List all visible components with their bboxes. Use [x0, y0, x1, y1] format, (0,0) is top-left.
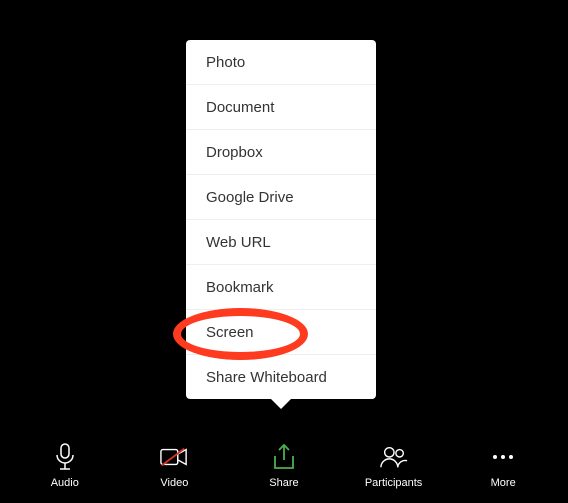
- share-option-document[interactable]: Document: [186, 85, 376, 130]
- participants-button[interactable]: Participants: [354, 443, 434, 489]
- more-label: More: [491, 477, 516, 489]
- share-option-web-url[interactable]: Web URL: [186, 220, 376, 265]
- video-button[interactable]: Video: [134, 443, 214, 489]
- share-option-photo[interactable]: Photo: [186, 40, 376, 85]
- video-label: Video: [160, 477, 188, 489]
- audio-button[interactable]: Audio: [25, 443, 105, 489]
- audio-label: Audio: [51, 477, 79, 489]
- meeting-toolbar: Audio Video Share: [0, 443, 568, 489]
- more-button[interactable]: More: [463, 443, 543, 489]
- share-option-whiteboard[interactable]: Share Whiteboard: [186, 355, 376, 399]
- participants-icon: [380, 443, 408, 471]
- share-icon: [270, 443, 298, 471]
- share-menu-popup: Photo Document Dropbox Google Drive Web …: [186, 40, 376, 399]
- more-icon: [489, 443, 517, 471]
- microphone-icon: [51, 443, 79, 471]
- share-option-google-drive[interactable]: Google Drive: [186, 175, 376, 220]
- video-off-icon: [160, 443, 188, 471]
- share-button[interactable]: Share: [244, 443, 324, 489]
- share-label: Share: [269, 477, 298, 489]
- share-option-screen[interactable]: Screen: [186, 310, 376, 355]
- share-option-bookmark[interactable]: Bookmark: [186, 265, 376, 310]
- share-option-dropbox[interactable]: Dropbox: [186, 130, 376, 175]
- participants-label: Participants: [365, 477, 422, 489]
